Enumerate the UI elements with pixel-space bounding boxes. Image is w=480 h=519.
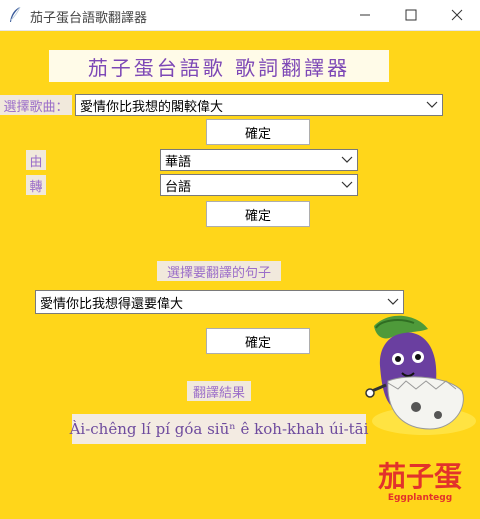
app-title: 茄子蛋台語歌 歌詞翻譯器	[49, 50, 389, 82]
to-language-select[interactable]: 台語	[160, 174, 358, 196]
minimize-button[interactable]	[342, 0, 388, 31]
chevron-down-icon[interactable]	[383, 298, 403, 306]
maximize-icon	[405, 6, 417, 25]
translation-result: Ài-chêng lí pí góa siūⁿ ê koh-khah úi-tā…	[70, 414, 368, 444]
to-language-value: 台語	[165, 179, 192, 195]
eggplantegg-logo: 茄子蛋 Eggplantegg	[375, 451, 465, 511]
window-titlebar: 茄子蛋台語歌翻譯器	[0, 0, 480, 31]
sentence-label: 選擇要翻譯的句子	[157, 261, 281, 281]
close-button[interactable]	[434, 0, 480, 31]
song-select[interactable]: 愛情你比我想的閣較偉大	[75, 94, 443, 116]
song-confirm-button[interactable]: 確定	[206, 119, 310, 145]
logo-subtext: Eggplantegg	[387, 493, 453, 503]
logo-text: 茄子蛋	[377, 460, 462, 493]
main-panel: 茄子蛋台語歌 歌詞翻譯器 選擇歌曲： 愛情你比我想的閣較偉大 確定 由 華語 轉…	[0, 31, 480, 519]
sentence-select[interactable]: 愛情你比我想得還要偉大	[35, 290, 404, 314]
sentence-select-value: 愛情你比我想得還要偉大	[40, 296, 184, 312]
chevron-down-icon[interactable]	[337, 156, 357, 164]
chevron-down-icon[interactable]	[422, 101, 442, 109]
chevron-down-icon[interactable]	[337, 181, 357, 189]
from-language-select[interactable]: 華語	[160, 149, 358, 171]
language-confirm-button[interactable]: 確定	[206, 201, 310, 227]
from-label: 由	[26, 150, 46, 170]
close-icon	[451, 6, 463, 25]
window-title: 茄子蛋台語歌翻譯器	[30, 11, 148, 26]
maximize-button[interactable]	[388, 0, 434, 31]
to-label: 轉	[26, 175, 46, 195]
sentence-confirm-button[interactable]: 確定	[206, 328, 310, 354]
feather-icon	[7, 6, 23, 24]
result-label: 翻譯結果	[187, 381, 251, 401]
minimize-icon	[359, 6, 371, 25]
from-language-value: 華語	[165, 154, 192, 170]
song-label: 選擇歌曲：	[0, 95, 72, 115]
song-select-value: 愛情你比我想的閣較偉大	[80, 99, 224, 115]
eggplant-mascot-image	[358, 311, 480, 441]
